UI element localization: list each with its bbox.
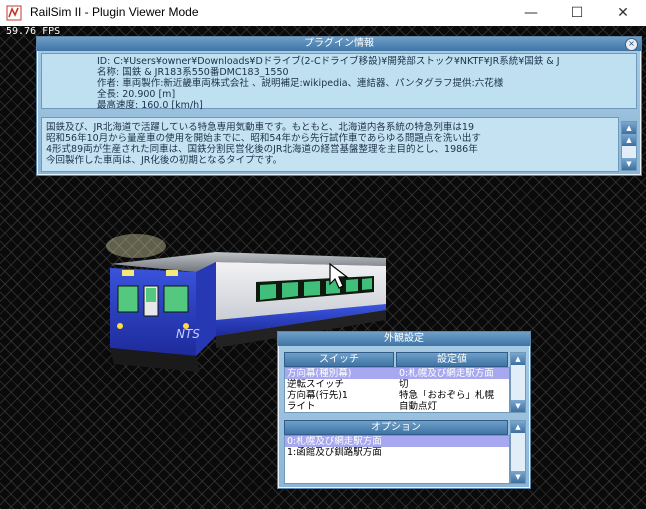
scroll-up-icon[interactable]: ▲ bbox=[622, 122, 636, 134]
switch-list-scrollbar[interactable]: ▲ ▼ bbox=[510, 352, 526, 413]
switch-value: 切 bbox=[399, 379, 409, 390]
appearance-settings-title: 外観設定 bbox=[278, 332, 530, 346]
minimize-button[interactable]: — bbox=[508, 0, 554, 26]
mouse-cursor-icon bbox=[329, 262, 349, 289]
table-row[interactable]: 方向幕(種別幕) 0:札幌及び網走駅方面 bbox=[285, 368, 509, 379]
options-scrollbar[interactable]: ▲ ▼ bbox=[510, 420, 526, 484]
plugin-name: 名称: 国鉄 & JR183系550番DMC183_1550 bbox=[97, 67, 289, 78]
table-row[interactable]: 方向幕(行先)1 特急「おおぞら」札幌 bbox=[285, 390, 509, 401]
scroll-down-icon[interactable]: ▼ bbox=[511, 471, 525, 483]
option-item[interactable]: 0:札幌及び網走駅方面 bbox=[285, 436, 509, 447]
switch-value: 自動点灯 bbox=[399, 401, 438, 412]
switch-name: ライト bbox=[287, 401, 316, 412]
switch-name: 逆転スイッチ bbox=[287, 379, 345, 390]
plugin-info-panel: プラグイン情報 × ID: C:¥Users¥owner¥Downloads¥D… bbox=[36, 36, 642, 176]
switch-value: 0:札幌及び網走駅方面 bbox=[399, 368, 494, 379]
option-item[interactable]: 1:函館及び釧路駅方面 bbox=[285, 447, 509, 458]
options-header: オプション bbox=[284, 420, 508, 435]
plugin-info-title: プラグイン情報 bbox=[37, 37, 641, 51]
scroll-up-icon[interactable]: ▲ bbox=[622, 134, 636, 146]
switch-value: 特急「おおぞら」札幌 bbox=[399, 390, 495, 401]
plugin-description[interactable]: 国鉄及び、JR北海道で活躍している特急専用気動車です。もともと、北海道内各系統の… bbox=[41, 117, 619, 172]
description-line: 今回製作した車両は、JR化後の初期となるタイプです。 bbox=[46, 155, 283, 166]
plugin-details: ID: C:¥Users¥owner¥Downloads¥Dドライブ(2-Cドラ… bbox=[41, 53, 637, 111]
appearance-settings-panel: 外観設定 スイッチ 設定値 方向幕(種別幕) 0:札幌及び網走駅方面 逆転スイッ… bbox=[277, 331, 531, 489]
plugin-length: 全長: 20.900 [m] bbox=[97, 89, 176, 100]
switch-column-header[interactable]: スイッチ bbox=[284, 352, 394, 367]
switch-list[interactable]: 方向幕(種別幕) 0:札幌及び網走駅方面 逆転スイッチ 切 方向幕(行先)1 特… bbox=[284, 367, 510, 413]
table-row[interactable]: 逆転スイッチ 切 bbox=[285, 379, 509, 390]
scroll-up-icon[interactable]: ▲ bbox=[511, 421, 525, 433]
scroll-down-icon[interactable]: ▼ bbox=[622, 158, 636, 170]
scroll-down-icon[interactable]: ▼ bbox=[511, 400, 525, 412]
plugin-id: ID: C:¥Users¥owner¥Downloads¥Dドライブ(2-Cドラ… bbox=[97, 56, 560, 67]
table-row[interactable]: ライト 自動点灯 bbox=[285, 401, 509, 412]
railsim-app-icon bbox=[6, 5, 22, 21]
maximize-button[interactable]: ☐ bbox=[554, 0, 600, 26]
svg-text:NTS: NTS bbox=[176, 327, 200, 341]
close-panel-button[interactable]: × bbox=[625, 38, 638, 51]
close-button[interactable]: ✕ bbox=[600, 0, 646, 26]
value-column-header[interactable]: 設定値 bbox=[396, 352, 508, 367]
description-line: 国鉄及び、JR北海道で活躍している特急専用気動車です。もともと、北海道内各系統の… bbox=[46, 122, 474, 133]
plugin-author: 作者: 車両製作:新近畿車両株式会社 、説明補足:wikipedia、連結器、パ… bbox=[97, 78, 504, 89]
switch-name: 方向幕(種別幕) bbox=[287, 368, 352, 379]
scroll-up-icon[interactable]: ▲ bbox=[511, 353, 525, 365]
title-bar: RailSim II - Plugin Viewer Mode — ☐ ✕ bbox=[0, 0, 646, 26]
description-scrollbar[interactable]: ▲ ▲ ▼ bbox=[621, 121, 637, 171]
description-line: 4形式89両が生産された同車は、国鉄分割民営化後のJR北海道の経営基盤整理を主目… bbox=[46, 144, 478, 155]
description-line: 昭和56年10月から量産車の使用を開始までに、昭和54年から先行試作車であらゆる… bbox=[46, 133, 481, 144]
plugin-max-speed: 最高速度: 160.0 [km/h] bbox=[97, 100, 203, 111]
switch-name: 方向幕(行先)1 bbox=[287, 390, 348, 401]
window-title: RailSim II - Plugin Viewer Mode bbox=[30, 5, 199, 19]
options-list[interactable]: 0:札幌及び網走駅方面 1:函館及び釧路駅方面 bbox=[284, 435, 510, 484]
